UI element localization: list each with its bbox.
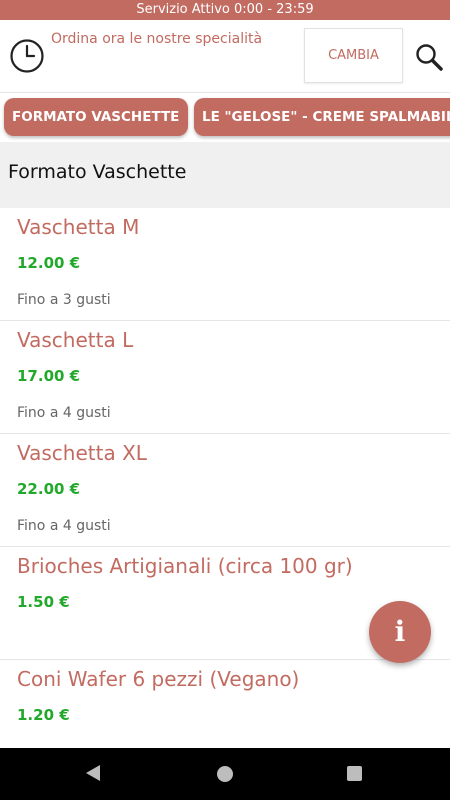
- item-price: 17.00 €: [17, 367, 81, 385]
- status-bar: Servizio Attivo 0:00 - 23:59: [0, 0, 450, 20]
- product-list: Vaschetta M 12.00 € Fino a 3 gusti Vasch…: [0, 208, 450, 748]
- item-price: 12.00 €: [17, 254, 81, 272]
- item-price: 1.20 €: [17, 706, 70, 724]
- home-icon[interactable]: [217, 766, 233, 782]
- tab-le-gelose[interactable]: LE "GELOSE" - CREME SPALMABILI 2: [194, 98, 450, 136]
- list-item[interactable]: Vaschetta L 17.00 € Fino a 4 gusti: [0, 321, 450, 434]
- recent-apps-icon[interactable]: [347, 766, 362, 781]
- section-title: Formato Vaschette: [0, 142, 450, 208]
- list-item[interactable]: Vaschetta XL 22.00 € Fino a 4 gusti: [0, 434, 450, 547]
- item-description: Fino a 4 gusti: [17, 518, 111, 534]
- service-status-text: Servizio Attivo 0:00 - 23:59: [136, 2, 314, 17]
- list-item[interactable]: Coni Wafer 6 pezzi (Vegano) 1.20 €: [0, 660, 450, 748]
- item-description: Fino a 4 gusti: [17, 405, 111, 421]
- item-name: Coni Wafer 6 pezzi (Vegano): [17, 667, 300, 691]
- item-name: Vaschetta M: [17, 215, 140, 239]
- back-icon[interactable]: [86, 765, 100, 781]
- tab-formato-vaschette[interactable]: FORMATO VASCHETTE: [4, 98, 188, 136]
- system-nav-bar: [0, 748, 450, 800]
- item-name: Brioches Artigianali (circa 100 gr): [17, 554, 353, 578]
- item-name: Vaschetta L: [17, 328, 134, 352]
- list-item[interactable]: Vaschetta M 12.00 € Fino a 3 gusti: [0, 208, 450, 321]
- item-name: Vaschetta XL: [17, 441, 147, 465]
- order-message: Ordina ora le nostre specialità: [51, 31, 263, 47]
- item-description: Fino a 3 gusti: [17, 292, 111, 308]
- header: Ordina ora le nostre specialità CAMBIA: [0, 20, 450, 93]
- info-icon[interactable]: i: [369, 601, 431, 663]
- item-price: 1.50 €: [17, 593, 70, 611]
- clock-icon[interactable]: [9, 38, 45, 74]
- category-tabs: FORMATO VASCHETTE LE "GELOSE" - CREME SP…: [0, 96, 450, 142]
- item-price: 22.00 €: [17, 480, 81, 498]
- change-button[interactable]: CAMBIA: [304, 28, 403, 83]
- search-icon[interactable]: [414, 42, 444, 72]
